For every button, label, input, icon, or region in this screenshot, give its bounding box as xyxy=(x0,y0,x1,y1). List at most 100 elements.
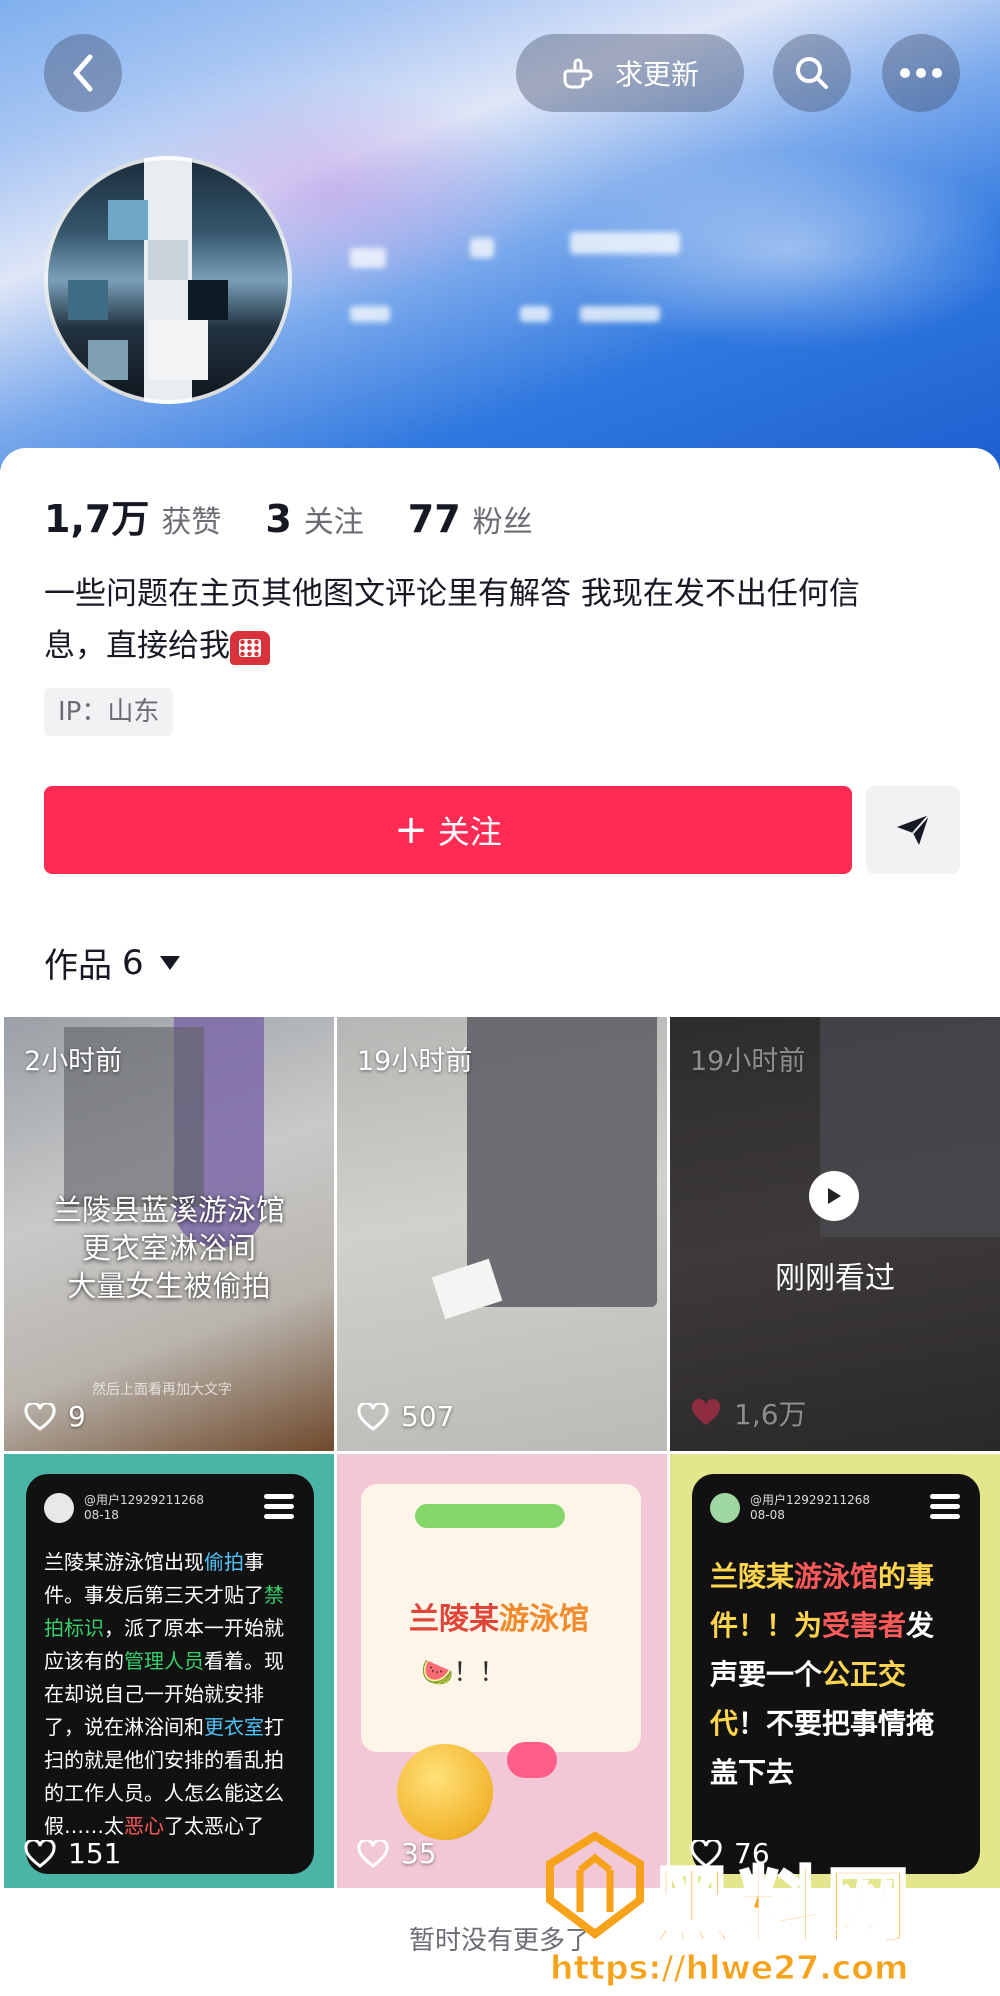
username-blurred xyxy=(470,238,494,258)
post-text-run: 更衣室 xyxy=(204,1715,264,1739)
bio-line: 一些问题在主页其他图文评论里有解答 我现在发不出任何信 xyxy=(44,576,860,612)
profile-stats: 1,7万 获赞 3 关注 77 粉丝 xyxy=(44,488,577,543)
profile-banner: 求更新 xyxy=(0,0,1000,470)
post-text-run: 兰陵某游泳馆出现 xyxy=(44,1550,204,1574)
video-subtitle: 然后上面看再加大文字 xyxy=(92,1382,232,1398)
request-update-label: 求更新 xyxy=(614,58,699,91)
like-count-value: 151 xyxy=(68,1837,122,1870)
speech-bubble-icon xyxy=(507,1742,557,1778)
avatar xyxy=(710,1493,740,1523)
message-button[interactable] xyxy=(866,786,960,874)
following-count[interactable]: 3 xyxy=(265,497,291,541)
heart-icon xyxy=(24,1402,56,1431)
post-text-run: 兰陵某 xyxy=(710,1560,795,1593)
post-text: 兰陵某游泳馆的事件！！为受害者发声要一个公正交代！不要把事情掩盖下去 xyxy=(710,1552,962,1797)
request-update-button[interactable]: 求更新 xyxy=(516,34,744,112)
username-blurred xyxy=(350,248,386,268)
followers-count[interactable]: 77 xyxy=(408,497,461,541)
watermark-url: https://hlwe27.com xyxy=(549,1948,909,1988)
note-exclaim: 🍉！！ xyxy=(421,1658,506,1688)
image-post-tile[interactable]: 兰陵某游泳馆 🍉！！ 35 xyxy=(337,1454,667,1888)
user-id-blurred xyxy=(350,306,390,322)
post-text-run: 偷拍 xyxy=(204,1550,244,1574)
search-icon xyxy=(796,57,828,89)
like-count: 507 xyxy=(357,1400,454,1433)
back-icon xyxy=(73,54,93,92)
image-post-tile[interactable]: @用户12929211268 08-18 兰陵某游泳馆出现偷拍事件。事发后第三天… xyxy=(4,1454,334,1888)
send-icon xyxy=(897,814,930,845)
ip-location-tag: IP：山东 xyxy=(44,688,174,736)
username-blurred xyxy=(570,232,680,254)
tile-scene xyxy=(431,1258,503,1320)
post-text-run: 恶心 xyxy=(124,1814,164,1838)
caption-line: 兰陵县蓝溪游泳馆 xyxy=(52,1193,285,1227)
heart-icon xyxy=(24,1839,56,1868)
following-label[interactable]: 关注 xyxy=(304,497,364,541)
like-count: 35 xyxy=(357,1837,437,1870)
menu-icon xyxy=(930,1494,960,1524)
user-id-blurred xyxy=(580,306,660,322)
plus-icon: + xyxy=(394,807,428,853)
works-count: 6 xyxy=(122,942,144,983)
post-text-run: 游泳馆 xyxy=(794,1560,879,1593)
user-id-blurred xyxy=(520,306,550,322)
caret-down-icon xyxy=(159,955,180,970)
like-count: 9 xyxy=(24,1400,86,1433)
caption-line: 大量女生被偷拍 xyxy=(67,1269,271,1303)
video-tile[interactable]: 19小时前 刚刚看过 1,6万 xyxy=(670,1017,1000,1451)
watermark-logo-icon xyxy=(546,1831,644,1940)
telephone-icon xyxy=(230,630,270,665)
works-grid: 2小时前 兰陵县蓝溪游泳馆 更衣室淋浴间 大量女生被偷拍 然后上面看再加大文字 … xyxy=(4,1017,1000,1888)
post-date: 08-08 xyxy=(750,1508,785,1522)
watermark-title: 黑料网 xyxy=(648,1857,915,1958)
profile-bio: 一些问题在主页其他图文评论里有解答 我现在发不出任何信 息，直接给我 xyxy=(44,568,964,672)
note-title: 兰陵某游泳馆 xyxy=(409,1594,589,1638)
like-count-value: 9 xyxy=(68,1400,86,1433)
follow-button[interactable]: + 关注 xyxy=(44,786,852,874)
note-title-part: 游泳馆 xyxy=(499,1602,589,1637)
follow-label: 关注 xyxy=(437,813,502,851)
post-text-run: 了太恶心了 xyxy=(164,1814,264,1838)
recently-viewed-label: 刚刚看过 xyxy=(775,1261,895,1296)
post-text-run: ！不要把事情掩盖下去 xyxy=(710,1707,935,1789)
post-user-info: @用户12929211268 08-18 xyxy=(84,1493,204,1523)
relieved-face-icon xyxy=(397,1744,493,1840)
likes-label: 获赞 xyxy=(161,505,222,540)
back-button[interactable] xyxy=(44,34,122,112)
post-date: 08-18 xyxy=(84,1508,119,1522)
like-count: 151 xyxy=(24,1837,121,1870)
screenshot-card: @用户12929211268 08-18 兰陵某游泳馆出现偷拍事件。事发后第三天… xyxy=(26,1474,314,1874)
menu-icon xyxy=(264,1494,294,1524)
watermark: 黑料网 https://hlwe27.com xyxy=(540,1830,1000,1996)
note-toolbar xyxy=(415,1504,565,1528)
bio-line-text: 息，直接给我 xyxy=(44,628,230,664)
followers-label[interactable]: 粉丝 xyxy=(473,497,533,541)
more-button[interactable] xyxy=(882,34,960,112)
video-tile[interactable]: 19小时前 507 xyxy=(337,1017,667,1451)
avatar[interactable] xyxy=(44,156,292,404)
avatar xyxy=(44,1493,74,1523)
like-count-value: 35 xyxy=(401,1837,437,1870)
post-username: @用户12929211268 xyxy=(84,1493,204,1507)
post-username: @用户12929211268 xyxy=(750,1493,870,1507)
post-text-run: 管理人员 xyxy=(124,1649,204,1673)
video-tile[interactable]: 2小时前 兰陵县蓝溪游泳馆 更衣室淋浴间 大量女生被偷拍 然后上面看再加大文字 … xyxy=(4,1017,334,1451)
screenshot-card: @用户12929211268 08-08 兰陵某游泳馆的事件！！为受害者发声要一… xyxy=(692,1474,980,1874)
heart-filled-icon xyxy=(691,1399,721,1425)
tab-works[interactable]: 作品 6 xyxy=(44,938,180,987)
caption-line: 更衣室淋浴间 xyxy=(81,1231,256,1265)
like-count-value: 1,6万 xyxy=(734,1398,807,1431)
works-tab-label: 作品 xyxy=(44,946,112,986)
bio-line: 息，直接给我 xyxy=(44,620,964,672)
play-icon xyxy=(809,1171,859,1221)
post-user-info: @用户12929211268 08-08 xyxy=(750,1493,870,1523)
search-button[interactable] xyxy=(773,34,851,112)
tile-scene xyxy=(467,1017,657,1307)
post-time: 2小时前 xyxy=(24,1046,123,1077)
like-count: 1,6万 xyxy=(690,1393,807,1433)
note-card: 兰陵某游泳馆 🍉！！ xyxy=(361,1484,641,1752)
image-post-tile[interactable]: @用户12929211268 08-08 兰陵某游泳馆的事件！！为受害者发声要一… xyxy=(670,1454,1000,1888)
hand-point-icon xyxy=(563,58,593,89)
post-time: 19小时前 xyxy=(690,1046,806,1077)
more-icon xyxy=(900,68,942,78)
